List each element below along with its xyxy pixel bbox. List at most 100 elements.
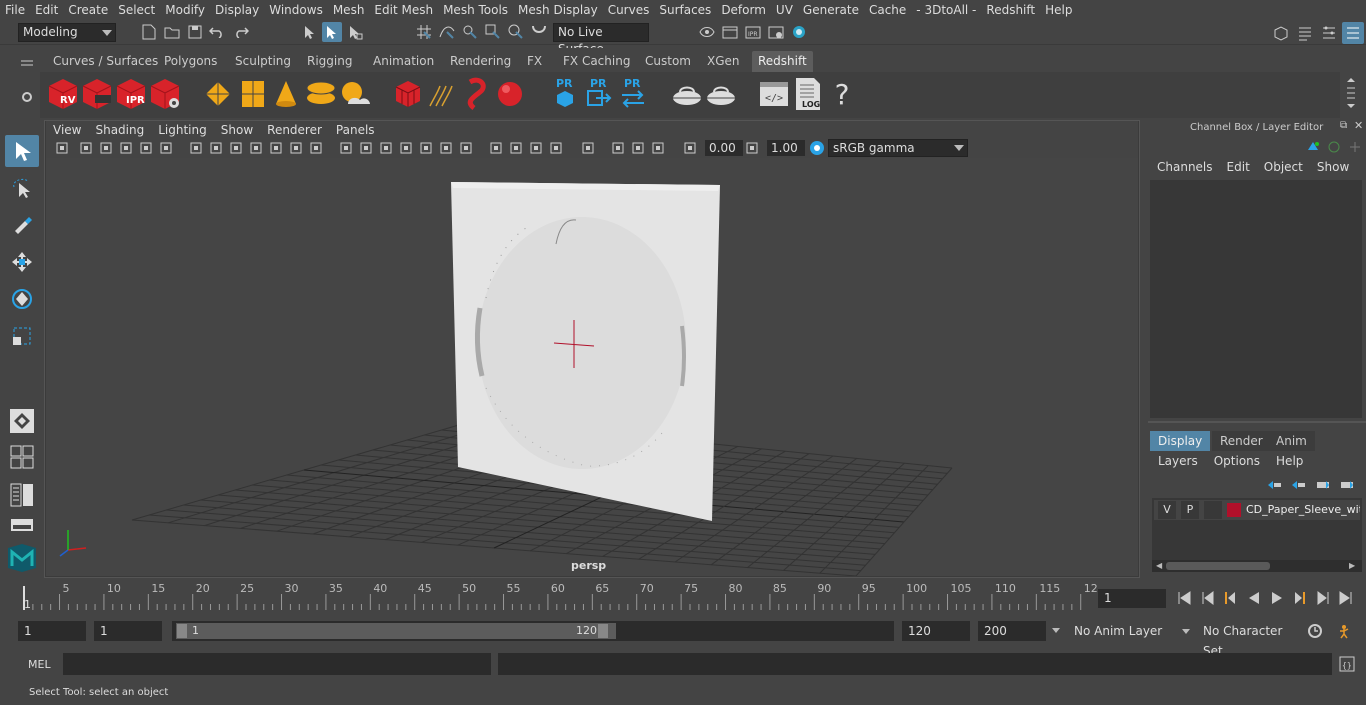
panel-layout-icon[interactable]	[5, 515, 39, 535]
grease-pencil-icon[interactable]	[158, 140, 174, 156]
two-d-pan-icon[interactable]	[138, 140, 154, 156]
playback-start-field[interactable]: 1	[94, 621, 162, 641]
anti-aliasing-icon[interactable]	[528, 140, 544, 156]
wireframe-on-shaded-icon[interactable]	[398, 140, 414, 156]
menu-edit[interactable]: Edit	[30, 0, 63, 20]
menu-mesh[interactable]: Mesh	[328, 0, 370, 20]
xray-active-icon[interactable]	[630, 140, 646, 156]
channel-box-options-icon[interactable]	[1348, 140, 1362, 154]
redshift-help-icon[interactable]: ?	[830, 76, 854, 112]
redshift-spot-light-icon[interactable]	[270, 78, 302, 110]
scroll-right-icon[interactable]: ▶	[1349, 561, 1355, 570]
menu-generate[interactable]: Generate	[798, 0, 864, 20]
viewport-menu-lighting[interactable]: Lighting	[151, 123, 214, 137]
grid-toggle-icon[interactable]	[188, 140, 204, 156]
rotate-tool-icon[interactable]	[5, 283, 39, 315]
motion-blur-icon[interactable]	[508, 140, 524, 156]
redshift-ipr-icon[interactable]: IPR	[114, 77, 148, 111]
wireframe-icon[interactable]	[338, 140, 354, 156]
range-slider-end-handle[interactable]	[598, 624, 608, 638]
redshift-pr-cube-icon[interactable]: PR	[550, 76, 580, 112]
gamma-icon[interactable]	[744, 140, 760, 156]
menu-surfaces[interactable]: Surfaces	[654, 0, 716, 20]
scroll-thumb[interactable]	[1166, 562, 1270, 570]
channel-box-key-icon[interactable]	[1306, 140, 1320, 154]
resolution-gate-icon[interactable]	[228, 140, 244, 156]
menu-select[interactable]: Select	[113, 0, 160, 20]
menu-deform[interactable]: Deform	[716, 0, 771, 20]
isolate-select-icon[interactable]	[580, 140, 596, 156]
select-camera-icon[interactable]	[54, 140, 70, 156]
menu-3dtoall[interactable]: - 3DtoAll -	[911, 0, 981, 20]
redshift-volume-icon[interactable]	[237, 78, 269, 110]
layer-move-down-icon[interactable]	[1290, 478, 1306, 492]
textured-icon[interactable]	[418, 140, 434, 156]
redshift-area-light-icon[interactable]	[304, 78, 338, 110]
snap-magnet-icon[interactable]	[529, 22, 549, 42]
move-tool-icon[interactable]	[5, 246, 39, 278]
range-slider-start-handle[interactable]	[177, 624, 187, 638]
redshift-sun-sky-icon[interactable]	[338, 78, 372, 110]
redshift-pr-swap-icon[interactable]: PR	[618, 76, 648, 112]
playback-end-field[interactable]: 120	[902, 621, 970, 641]
snap-grid-icon[interactable]	[414, 22, 434, 42]
layer-menu-help[interactable]: Help	[1268, 454, 1311, 472]
save-scene-icon[interactable]	[186, 23, 204, 41]
redshift-render-settings-icon[interactable]	[148, 77, 182, 111]
scale-tool-icon[interactable]	[5, 320, 39, 352]
shelf-tab-redshift[interactable]: Redshift	[752, 51, 813, 72]
menu-file[interactable]: File	[0, 0, 30, 20]
layer-display-type-toggle[interactable]	[1204, 501, 1222, 519]
shelf-tab-rigging[interactable]: Rigging	[301, 51, 358, 72]
select-hierarchy-icon[interactable]	[300, 22, 320, 42]
use-default-material-icon[interactable]	[378, 140, 394, 156]
depth-of-field-icon[interactable]	[548, 140, 564, 156]
redshift-material-sphere-icon[interactable]	[494, 78, 526, 110]
channel-box-menu-channels[interactable]: Channels	[1150, 160, 1220, 178]
bookmark-icon[interactable]	[98, 140, 114, 156]
redshift-render-view-icon[interactable]: RV	[46, 77, 80, 111]
anim-layer-dropdown[interactable]: No Anim Layer	[1068, 621, 1194, 641]
close-icon[interactable]: ✕	[1354, 119, 1363, 132]
film-gate-icon[interactable]	[208, 140, 224, 156]
color-space-dropdown[interactable]: sRGB gamma	[828, 139, 968, 157]
layer-tab-anim[interactable]: Anim	[1268, 431, 1315, 451]
exposure-field[interactable]: 0.00	[705, 140, 743, 156]
range-slider-bar[interactable]	[176, 623, 616, 639]
channel-box-icon[interactable]	[1342, 22, 1364, 44]
snap-surface-icon[interactable]	[506, 22, 526, 42]
ipr-render-icon[interactable]: IPR	[743, 22, 763, 42]
exposure-icon[interactable]	[682, 140, 698, 156]
mode-dropdown[interactable]: Modeling	[18, 23, 116, 42]
shelf-menu-icon[interactable]	[20, 56, 34, 70]
menu-uv[interactable]: UV	[771, 0, 798, 20]
channel-box-menu-object[interactable]: Object	[1257, 160, 1310, 178]
current-frame-field[interactable]: 1	[1098, 589, 1166, 608]
channel-box-lock-icon[interactable]	[1327, 140, 1341, 154]
layer-visibility-toggle[interactable]: V	[1158, 501, 1176, 519]
redshift-pie-options-icon[interactable]	[704, 78, 738, 110]
snap-point-icon[interactable]	[460, 22, 480, 42]
color-management-icon[interactable]	[809, 140, 825, 156]
select-tool-icon[interactable]	[5, 135, 39, 167]
layer-tab-render[interactable]: Render	[1212, 431, 1271, 451]
shelf-tab-xgen[interactable]: XGen	[701, 51, 746, 72]
menu-curves[interactable]: Curves	[603, 0, 655, 20]
layer-tab-display[interactable]: Display	[1150, 431, 1211, 451]
viewport-menu-renderer[interactable]: Renderer	[260, 123, 329, 137]
menu-windows[interactable]: Windows	[264, 0, 328, 20]
panel-divider[interactable]	[1148, 421, 1366, 423]
shelf-tab-animation[interactable]: Animation	[367, 51, 440, 72]
step-back-icon[interactable]	[1199, 589, 1217, 607]
outliner-layout-icon[interactable]	[5, 480, 39, 510]
snap-view-plane-icon[interactable]	[483, 22, 503, 42]
go-to-start-icon[interactable]	[1175, 589, 1193, 607]
redshift-render-sequence-icon[interactable]	[80, 77, 114, 111]
step-forward-icon[interactable]	[1314, 589, 1332, 607]
layer-menu-options[interactable]: Options	[1206, 454, 1268, 472]
image-plane-icon[interactable]	[118, 140, 134, 156]
animation-end-field[interactable]: 200	[978, 621, 1046, 641]
viewport-menu-view[interactable]: View	[46, 123, 88, 137]
paper-sleeve-object[interactable]	[451, 182, 720, 521]
menu-edit-mesh[interactable]: Edit Mesh	[369, 0, 438, 20]
